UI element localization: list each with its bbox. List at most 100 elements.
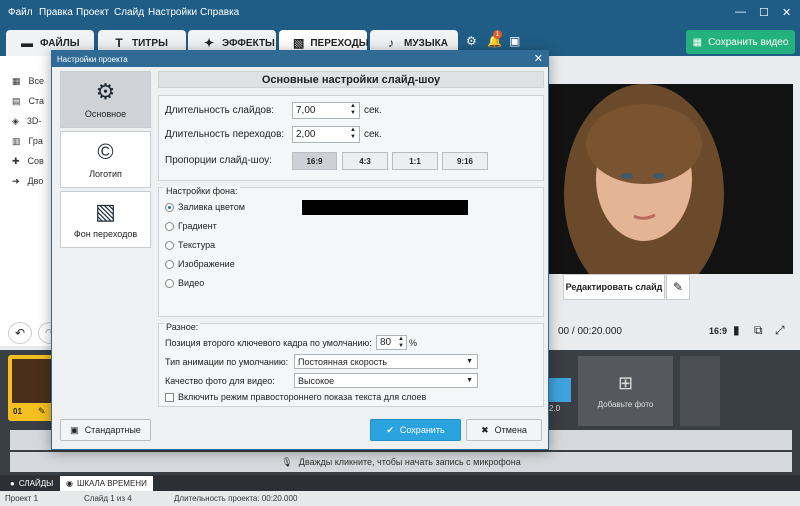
- close-icon[interactable]: ✕: [782, 6, 791, 19]
- copyright-icon: ©: [97, 138, 114, 164]
- undo-icon[interactable]: ↶: [8, 322, 32, 344]
- project-settings-dialog: Настройки проекта ✕ ⚙ Основное © Логотип…: [51, 50, 549, 450]
- keyframe-value: 80: [380, 337, 392, 348]
- tab-slides[interactable]: ● СЛАЙДЫ: [4, 476, 59, 491]
- photo-quality-select[interactable]: Высокое ▼: [294, 373, 478, 388]
- mic-record-bar[interactable]: 🎙 Дважды кликните, чтобы начать запись с …: [10, 452, 792, 472]
- menu-help[interactable]: Справка: [200, 7, 239, 18]
- animation-type-value: Постоянная скорость: [298, 356, 388, 367]
- mic-hint-label: Дважды кликните, чтобы начать запись с м…: [298, 457, 521, 467]
- list-item[interactable]: ✚ Сов: [12, 156, 44, 167]
- slide-duration-input[interactable]: 7,00 ▲ ▼: [292, 102, 360, 119]
- save-button[interactable]: ✔ Сохранить: [370, 419, 461, 441]
- ratio-9-16-button[interactable]: 9:16: [442, 152, 488, 170]
- unit-label: сек.: [364, 105, 382, 116]
- sidebar-item-logo[interactable]: © Логотип: [60, 131, 151, 188]
- menu-slide[interactable]: Слайд: [114, 7, 144, 18]
- pencil-icon[interactable]: ✎: [38, 406, 46, 417]
- aspect-ratio-label[interactable]: 16:9: [709, 326, 727, 336]
- status-slide: Слайд 1 из 4: [84, 494, 132, 503]
- menu-file[interactable]: Файл: [8, 7, 33, 18]
- ratio-group: 16:9 4:3 1:1 9:16: [292, 152, 492, 170]
- save-video-button[interactable]: ▦ Сохранить видео: [686, 30, 795, 54]
- transition-thumbnail[interactable]: [549, 378, 571, 402]
- transition-duration-input[interactable]: 2,00 ▲ ▼: [292, 126, 360, 143]
- menu-settings[interactable]: Настройки: [148, 7, 197, 18]
- list-item[interactable]: ▥ Гра: [12, 136, 43, 147]
- transition-duration: 2.0: [549, 404, 561, 413]
- list-item[interactable]: ➜ Дво: [12, 176, 43, 187]
- sidebar-item-label: Фон переходов: [73, 228, 138, 239]
- close-icon[interactable]: ✕: [534, 52, 543, 65]
- list-item-label: Ста: [28, 96, 45, 106]
- transition-duration-value: 2,00: [296, 129, 316, 140]
- fit-icon[interactable]: ⧉: [754, 323, 763, 338]
- keyframe-input[interactable]: 80 ▲ ▼: [376, 335, 407, 350]
- add-photo-placeholder[interactable]: ⊞ Добавьте фото: [578, 356, 673, 426]
- pencil-icon[interactable]: ✎: [666, 274, 690, 300]
- slide-thumbnail[interactable]: 01 ✎: [8, 355, 56, 421]
- transition-duration-label: Длительность переходов:: [165, 129, 285, 140]
- spin-arrows-icon[interactable]: ▲ ▼: [350, 103, 356, 117]
- folder-icon: ▬: [21, 36, 33, 50]
- save-video-label: Сохранить видео: [708, 36, 789, 48]
- rtl-checkbox[interactable]: [165, 393, 174, 402]
- dialog-title-bar: Настройки проекта: [52, 51, 548, 67]
- defaults-button[interactable]: ▣ Стандартные: [60, 419, 151, 441]
- minimize-icon[interactable]: —: [735, 6, 746, 18]
- menu-project[interactable]: Проект: [76, 7, 109, 18]
- defaults-icon: ▣: [70, 424, 79, 435]
- chevron-down-icon: ▼: [466, 377, 473, 384]
- edit-slide-button[interactable]: Редактировать слайд: [563, 274, 665, 300]
- cancel-icon: ✖: [481, 424, 489, 435]
- bottom-tabs: ● СЛАЙДЫ ◉ ШКАЛА ВРЕМЕНИ: [0, 475, 800, 491]
- gear-icon[interactable]: ⚙: [466, 34, 477, 48]
- sidebar-item-label: Основное: [84, 108, 127, 119]
- tab-timeline[interactable]: ◉ ШКАЛА ВРЕМЕНИ: [60, 476, 153, 491]
- spin-arrows-icon[interactable]: ▲ ▼: [398, 336, 404, 350]
- chevron-down-icon: ▼: [466, 358, 473, 365]
- gear-icon: ⚙: [95, 78, 116, 104]
- percent-label: %: [409, 338, 418, 348]
- list-item-label: Сов: [27, 156, 44, 166]
- radio-texture[interactable]: Текстура: [165, 240, 215, 250]
- spin-arrows-icon[interactable]: ▲ ▼: [350, 127, 356, 141]
- tab-label: ФАЙЛЫ: [40, 37, 80, 49]
- empty-slot[interactable]: [680, 356, 720, 426]
- status-project: Проект 1: [5, 494, 39, 503]
- misc-section-title: Разное:: [164, 322, 201, 332]
- list-item[interactable]: ▦ Все: [12, 76, 44, 87]
- ratio-1-1-button[interactable]: 1:1: [392, 152, 438, 170]
- ratio-4-3-button[interactable]: 4:3: [342, 152, 388, 170]
- radio-gradient[interactable]: Градиент: [165, 221, 217, 231]
- add-image-icon: ⊞: [617, 373, 634, 393]
- list-item[interactable]: ▤ Ста: [12, 96, 44, 107]
- radio-video[interactable]: Видео: [165, 278, 204, 288]
- expand-icon[interactable]: ⤢: [775, 323, 785, 338]
- sidebar-item-general[interactable]: ⚙ Основное: [60, 71, 151, 128]
- sidebar-item-label: Логотип: [89, 168, 122, 179]
- status-duration: Длительность проекта: 00:20.000: [174, 494, 298, 503]
- bg-color-picker[interactable]: [302, 200, 468, 215]
- text-icon: T: [115, 36, 123, 50]
- slide-number: 01: [13, 407, 22, 416]
- radio-color-fill[interactable]: Заливка цветом: [165, 202, 245, 212]
- cancel-button[interactable]: ✖ Отмена: [466, 419, 542, 441]
- sidebar-item-transition-bg[interactable]: ▧ Фон переходов: [60, 191, 151, 248]
- unit-label: сек.: [364, 129, 382, 140]
- gallery-icon[interactable]: ▣: [509, 34, 520, 48]
- radio-label: Градиент: [178, 221, 217, 231]
- ratio-16-9-button[interactable]: 16:9: [292, 152, 337, 170]
- microphone-icon: 🎙: [281, 456, 293, 467]
- add-photo-label: Добавьте фото: [597, 400, 654, 409]
- save-icon: ▦: [692, 36, 703, 48]
- save-label: Сохранить: [399, 425, 445, 435]
- animation-type-select[interactable]: Постоянная скорость ▼: [294, 354, 478, 369]
- maximize-icon[interactable]: ☐: [759, 6, 769, 19]
- fullscreen-icon[interactable]: ▮: [733, 323, 740, 337]
- radio-image[interactable]: Изображение: [165, 259, 235, 269]
- menu-edit[interactable]: Правка: [39, 7, 73, 18]
- misc-settings: Разное: Позиция второго ключевого кадра …: [158, 322, 544, 407]
- list-item[interactable]: ◈ 3D-: [12, 116, 41, 127]
- status-bar: Проект 1 Слайд 1 из 4 Длительность проек…: [0, 491, 800, 506]
